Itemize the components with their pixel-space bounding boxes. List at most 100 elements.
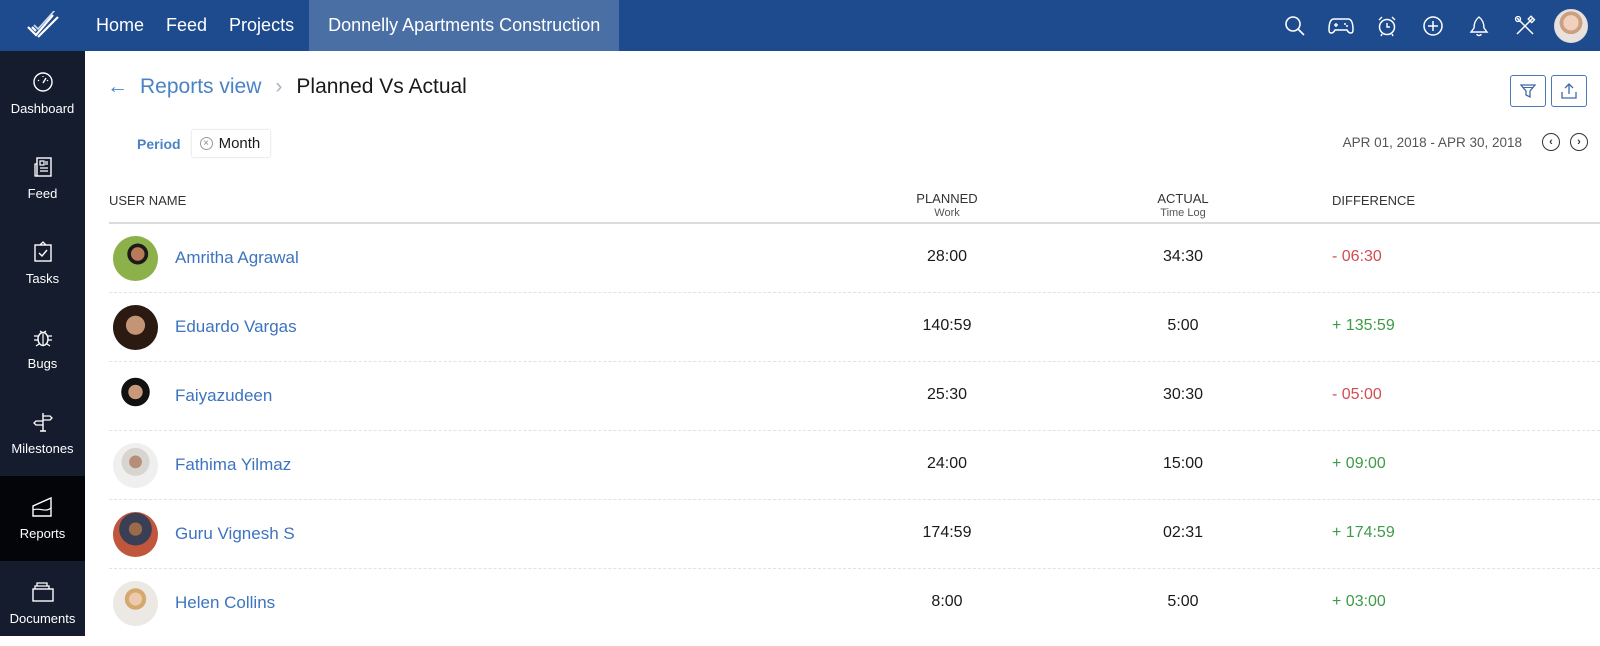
sidebar-item-dashboard[interactable]: Dashboard: [0, 51, 85, 136]
planned-vs-actual-table: USER NAME PLANNED Work ACTUAL Time Log D…: [109, 187, 1600, 638]
actual-value: 5:00: [1167, 317, 1199, 334]
timer-button[interactable]: [1364, 0, 1410, 51]
action-buttons: [1510, 75, 1587, 107]
signpost-icon: [32, 413, 53, 432]
period-filter: Period × Month: [137, 129, 272, 158]
table-body: Amritha Agrawal 28:00 34:30 - 06:30 Edua…: [109, 224, 1600, 638]
notifications-button[interactable]: [1456, 0, 1502, 51]
user-name-link[interactable]: Eduardo Vargas: [175, 317, 297, 337]
avatar: [113, 236, 158, 281]
header-actual[interactable]: ACTUAL Time Log: [1123, 191, 1243, 221]
sidebar-item-label: Reports: [19, 526, 66, 541]
export-button[interactable]: [1551, 75, 1587, 107]
avatar: [113, 581, 158, 626]
table-row: Guru Vignesh S 174:59 02:31 + 174:59: [109, 500, 1600, 569]
tasks-clipboard-icon: [33, 241, 52, 262]
chevron-right-icon: ›: [275, 75, 283, 98]
sidebar-item-label: Dashboard: [10, 101, 75, 116]
date-range-text: APR 01, 2018 - APR 30, 2018: [1342, 134, 1522, 150]
sidebar-item-milestones[interactable]: Milestones: [0, 391, 85, 476]
nav-home[interactable]: Home: [85, 0, 155, 51]
export-icon: [1561, 83, 1577, 99]
period-chip[interactable]: × Month: [190, 129, 272, 158]
period-chip-label: Month: [218, 135, 261, 152]
remove-chip-icon[interactable]: ×: [199, 137, 213, 150]
search-icon: [1285, 15, 1305, 36]
search-button[interactable]: [1272, 0, 1318, 51]
table-row: Fathima Yilmaz 24:00 15:00 + 09:00: [109, 431, 1600, 500]
reports-chart-icon: [31, 496, 52, 517]
header-planned[interactable]: PLANNED Work: [887, 191, 1007, 221]
difference-value: - 05:00: [1332, 386, 1382, 403]
avatar: [113, 443, 158, 488]
sidebar-item-reports[interactable]: Reports: [0, 476, 85, 561]
plus-circle-icon: [1423, 15, 1443, 36]
date-range: APR 01, 2018 - APR 30, 2018 ‹ ›: [1343, 133, 1588, 151]
next-period-button[interactable]: ›: [1570, 133, 1588, 151]
add-button[interactable]: [1410, 0, 1456, 51]
user-name-link[interactable]: Faiyazudeen: [175, 386, 272, 406]
settings-tools-button[interactable]: [1502, 0, 1548, 51]
sidebar: Dashboard Feed Tasks Bugs Milestones Rep…: [0, 51, 85, 636]
header-planned-label: PLANNED: [916, 191, 978, 206]
sidebar-item-bugs[interactable]: Bugs: [0, 306, 85, 391]
avatar: [113, 512, 158, 557]
user-avatar[interactable]: [1554, 8, 1588, 43]
bug-icon: [33, 330, 52, 347]
tools-icon: [1514, 14, 1536, 35]
sidebar-item-feed[interactable]: Feed: [0, 136, 85, 221]
user-name-link[interactable]: Helen Collins: [175, 593, 275, 613]
planned-value: 25:30: [926, 386, 968, 403]
back-arrow-icon[interactable]: ←: [107, 75, 128, 99]
header-difference[interactable]: DIFFERENCE: [1332, 193, 1415, 208]
actual-value: 30:30: [1162, 386, 1204, 403]
actual-value: 02:31: [1162, 524, 1204, 541]
avatar: [113, 305, 158, 350]
breadcrumb: ← Reports view › Planned Vs Actual: [107, 75, 467, 99]
user-name-link[interactable]: Amritha Agrawal: [175, 248, 299, 268]
header-actual-label: ACTUAL: [1157, 191, 1209, 206]
header-user-name[interactable]: USER NAME: [109, 193, 186, 208]
avatar: [113, 374, 158, 419]
page-title: Planned Vs Actual: [296, 75, 467, 98]
sidebar-item-label: Feed: [27, 186, 58, 201]
dashboard-gauge-icon: [32, 72, 53, 92]
user-name-link[interactable]: Fathima Yilmaz: [175, 455, 291, 475]
prev-period-button[interactable]: ‹: [1542, 133, 1560, 151]
table-row: Eduardo Vargas 140:59 5:00 + 135:59: [109, 293, 1600, 362]
sidebar-item-documents[interactable]: Documents: [0, 561, 85, 646]
sidebar-item-label: Milestones: [11, 441, 74, 456]
planned-value: 174:59: [922, 524, 972, 541]
header-actual-sub: Time Log: [1160, 207, 1206, 219]
user-name-link[interactable]: Guru Vignesh S: [175, 524, 295, 544]
nav-feed[interactable]: Feed: [155, 0, 218, 51]
actual-value: 15:00: [1162, 455, 1204, 472]
filter-icon: [1520, 84, 1536, 99]
sidebar-item-label: Tasks: [25, 271, 60, 286]
difference-value: + 09:00: [1332, 455, 1386, 472]
sidebar-item-label: Documents: [9, 611, 76, 626]
top-icon-group: [1272, 0, 1588, 51]
double-check-logo-icon: [26, 10, 59, 38]
planned-value: 28:00: [926, 248, 968, 265]
alarm-clock-icon: [1378, 16, 1396, 36]
actual-value: 5:00: [1167, 593, 1199, 610]
difference-value: + 174:59: [1332, 524, 1395, 541]
difference-value: + 03:00: [1332, 593, 1386, 610]
app-logo[interactable]: [0, 0, 85, 51]
filter-button[interactable]: [1510, 75, 1546, 107]
period-label: Period: [137, 135, 181, 152]
nav-active-project[interactable]: Donnelly Apartments Construction: [309, 0, 620, 51]
breadcrumb-reports-view[interactable]: Reports view: [140, 75, 261, 99]
games-button[interactable]: [1318, 0, 1364, 51]
difference-value: + 135:59: [1332, 317, 1395, 334]
planned-value: 8:00: [931, 593, 963, 610]
feed-newspaper-icon: [33, 157, 52, 177]
bell-icon: [1469, 15, 1489, 36]
sidebar-item-label: Bugs: [27, 356, 58, 371]
nav-projects[interactable]: Projects: [218, 0, 305, 51]
sidebar-item-tasks[interactable]: Tasks: [0, 221, 85, 306]
planned-value: 24:00: [926, 455, 968, 472]
top-navigation-bar: Home Feed Projects Donnelly Apartments C…: [0, 0, 1600, 51]
table-header: USER NAME PLANNED Work ACTUAL Time Log D…: [109, 187, 1600, 224]
